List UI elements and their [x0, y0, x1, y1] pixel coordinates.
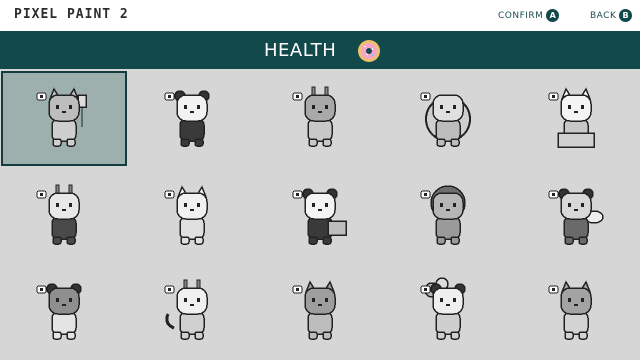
b-button-icon: B	[619, 9, 633, 22]
puzzle-grid	[0, 69, 640, 360]
top-bar: PIXEL PAINT 2 CONFIRM A BACK B	[0, 0, 640, 31]
puzzle-thumbnail	[164, 185, 208, 245]
puzzle-tile[interactable]	[129, 169, 255, 264]
puzzle-thumbnail	[420, 185, 466, 245]
puzzle-thumbnail	[292, 188, 347, 245]
puzzle-tile[interactable]	[257, 264, 383, 359]
puzzle-tile[interactable]	[385, 264, 511, 359]
puzzle-tile[interactable]	[385, 71, 511, 166]
puzzle-tile[interactable]	[513, 264, 639, 359]
puzzle-thumbnail	[164, 279, 208, 340]
puzzle-tile[interactable]	[1, 71, 127, 166]
puzzle-tile[interactable]	[1, 169, 127, 264]
back-label: BACK	[590, 10, 617, 21]
donut-icon	[358, 40, 380, 62]
puzzle-tile[interactable]	[129, 264, 255, 359]
puzzle-tile[interactable]	[513, 71, 639, 166]
puzzle-thumbnail	[292, 86, 336, 147]
back-hint[interactable]: BACK B	[590, 9, 633, 22]
puzzle-thumbnail	[36, 283, 82, 340]
puzzle-thumbnail	[36, 184, 80, 245]
puzzle-thumbnail	[164, 90, 210, 147]
puzzle-thumbnail	[548, 188, 604, 245]
category-header: HEALTH	[0, 31, 640, 69]
puzzle-thumbnail	[420, 92, 471, 147]
puzzle-thumbnail	[548, 87, 595, 148]
category-title: HEALTH	[264, 40, 337, 61]
app-title: PIXEL PAINT 2	[14, 7, 129, 22]
puzzle-thumbnail	[420, 277, 466, 340]
puzzle-thumbnail	[548, 280, 592, 340]
confirm-label: CONFIRM	[498, 10, 544, 21]
puzzle-thumbnail	[36, 87, 87, 147]
puzzle-thumbnail	[292, 280, 336, 340]
puzzle-tile[interactable]	[257, 169, 383, 264]
puzzle-tile[interactable]	[513, 169, 639, 264]
puzzle-tile[interactable]	[385, 169, 511, 264]
a-button-icon: A	[546, 9, 560, 22]
puzzle-tile[interactable]	[257, 71, 383, 166]
puzzle-tile[interactable]	[129, 71, 255, 166]
puzzle-tile[interactable]	[1, 264, 127, 359]
confirm-hint[interactable]: CONFIRM A	[498, 9, 560, 22]
